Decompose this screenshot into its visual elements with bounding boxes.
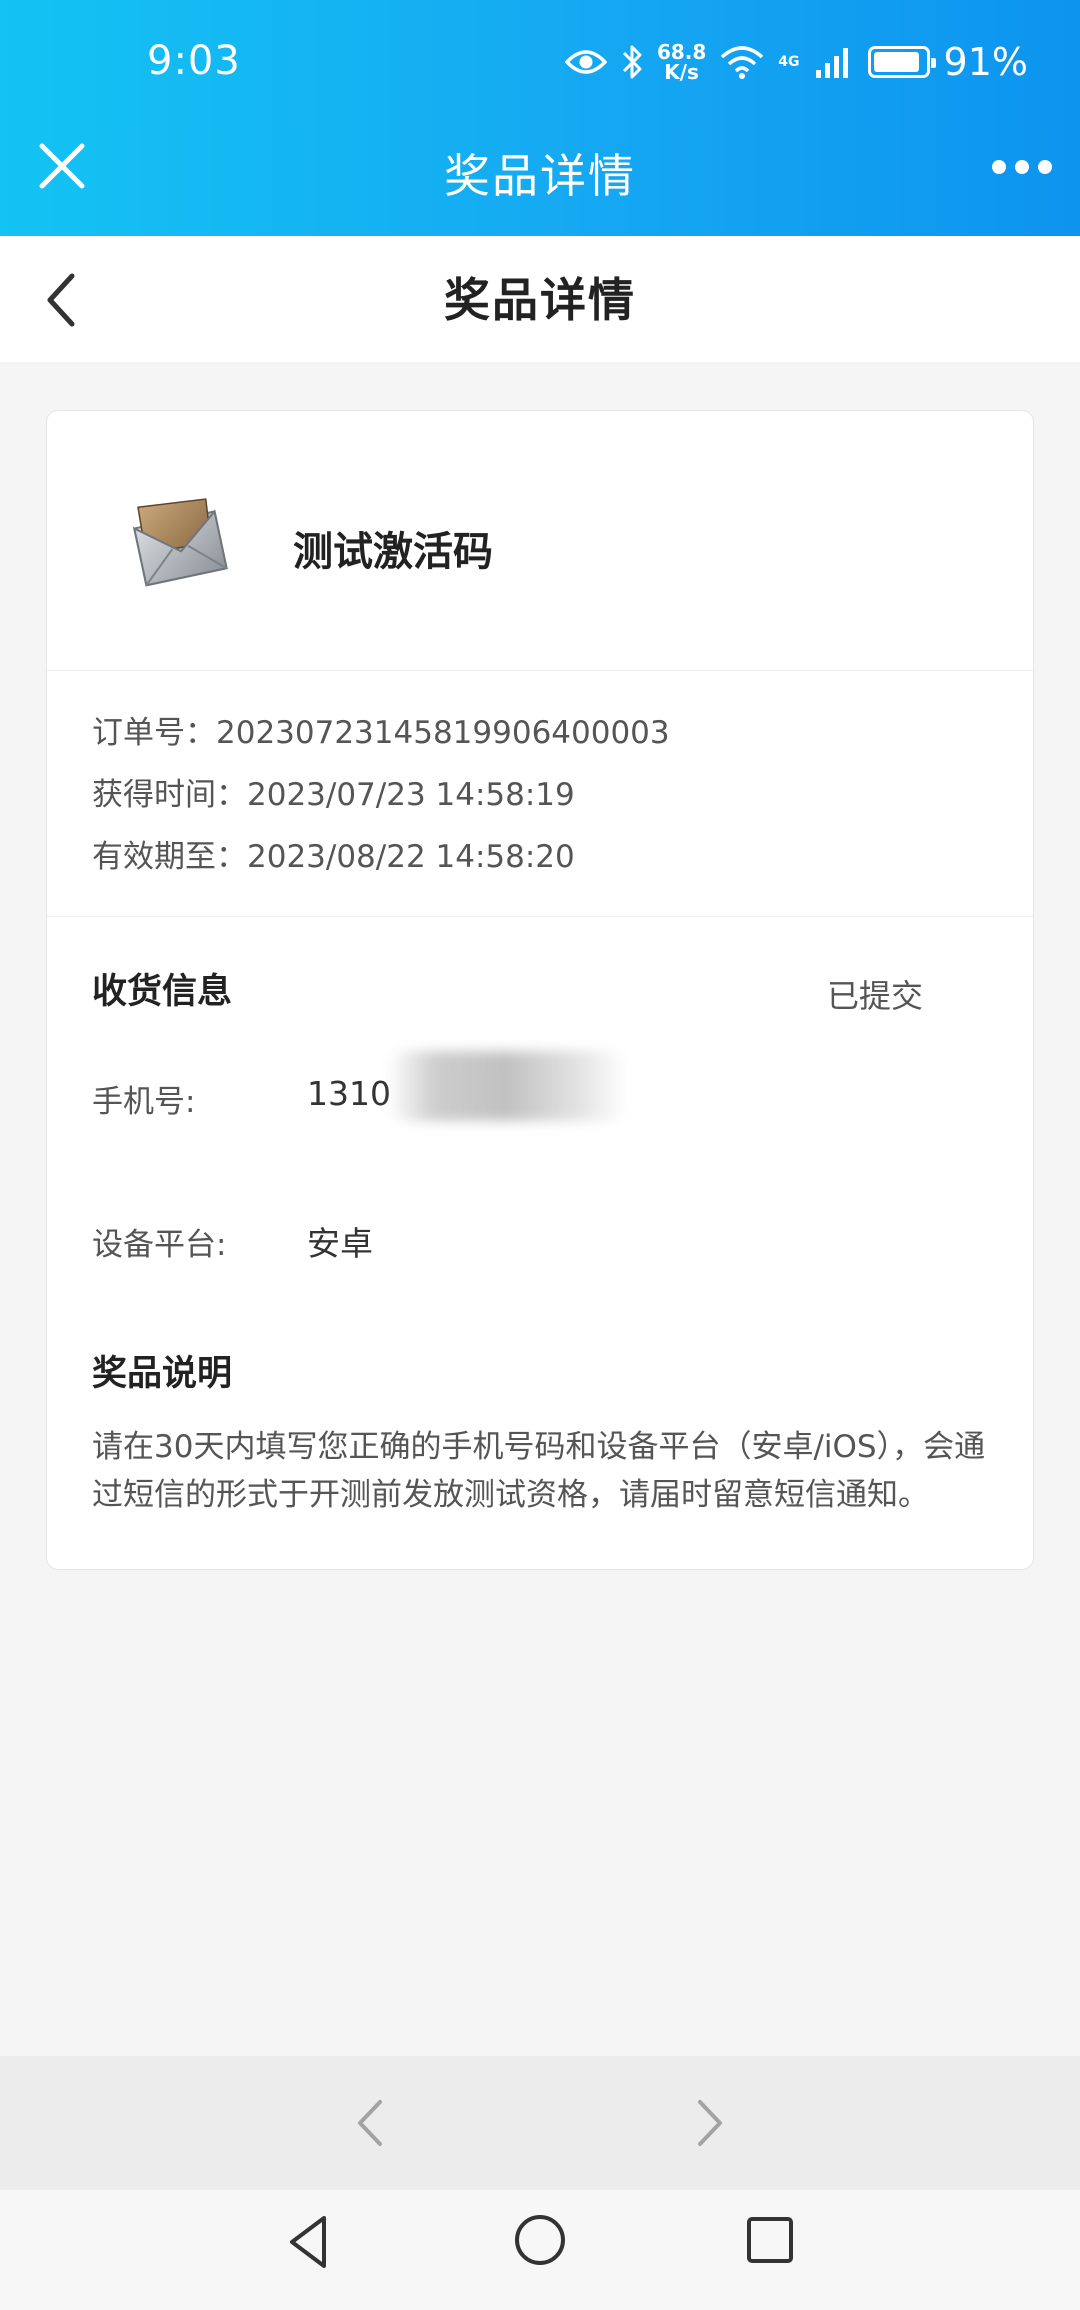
page-title: 奖品详情: [444, 273, 636, 327]
envelope-icon: [132, 498, 228, 587]
network-type-label: 4G: [778, 54, 800, 70]
divider: [47, 916, 1033, 917]
obtained-time: 获得时间：2023/07/23 14:58:19: [92, 777, 575, 813]
net-speed-unit: K/s: [664, 60, 699, 84]
net-speed-value: 68.8: [656, 40, 707, 64]
eye-icon: [564, 50, 607, 74]
page-header: 奖品详情: [0, 236, 1080, 362]
phone-label: 手机号:: [92, 1084, 196, 1120]
delivery-section-title: 收货信息: [92, 972, 233, 1012]
nav-recent-icon[interactable]: [745, 2215, 795, 2265]
phone-value: 1310: [307, 1074, 391, 1113]
webview-title: 奖品详情: [444, 149, 636, 203]
browser-back-icon[interactable]: [350, 2096, 390, 2150]
browser-forward-icon[interactable]: [690, 2096, 730, 2150]
description-text: 请在30天内填写您正确的手机号码和设备平台（安卓/iOS），会通过短信的形式于开…: [92, 1429, 986, 1513]
status-icons: 68.8 K/s 4G 91%: [564, 36, 1028, 88]
wifi-icon: [721, 46, 764, 79]
battery-fill: [873, 52, 920, 72]
order-number: 订单号：20230723145819906400003: [92, 715, 670, 751]
platform-label: 设备平台:: [92, 1227, 227, 1263]
signal-icon: [815, 48, 848, 78]
prize-row: 测试激活码: [47, 411, 1033, 671]
nav-home-icon[interactable]: [512, 2212, 568, 2268]
more-options-icon[interactable]: [992, 160, 1052, 174]
battery-percent: 91%: [943, 40, 1028, 84]
nav-back-icon[interactable]: [280, 2212, 340, 2272]
bluetooth-icon: [622, 45, 642, 79]
platform-value: 安卓: [307, 1224, 373, 1263]
network-type: 4G: [778, 55, 799, 69]
redaction-blur: [387, 1051, 627, 1121]
prize-detail-card: 测试激活码 订单号：20230723145819906400003 获得时间：2…: [46, 410, 1034, 1570]
net-speed: 68.8 K/s: [657, 42, 706, 82]
status-time: 9:03: [147, 38, 241, 84]
valid-until: 有效期至：2023/08/22 14:58:20: [92, 839, 575, 875]
top-header-area: 9:03 68.8 K/s 4G 91% 奖品详情: [0, 0, 1080, 236]
browser-nav-bar: [0, 2056, 1080, 2190]
description-section-title: 奖品说明: [92, 1354, 233, 1394]
battery-icon: [867, 46, 936, 78]
system-nav-bar: [0, 2190, 1080, 2310]
submission-status: 已提交: [826, 977, 923, 1015]
prize-name: 测试激活码: [293, 529, 493, 575]
